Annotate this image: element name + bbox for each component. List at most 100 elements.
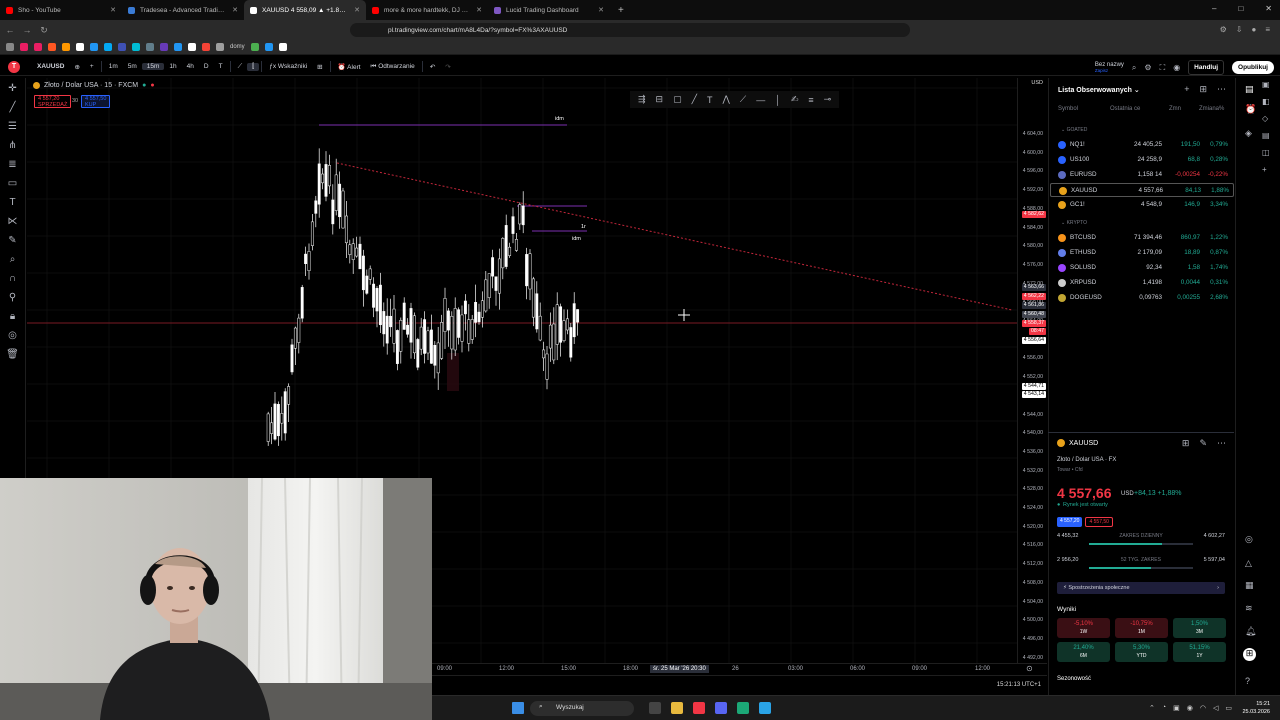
compare-icon[interactable]: ⊕ <box>69 63 84 71</box>
chart-type-line-icon[interactable]: ⟋ <box>233 63 248 71</box>
bookmark-icon[interactable] <box>104 43 112 51</box>
fib-tool-icon[interactable]: ≡ <box>808 95 813 105</box>
side-panel-add-icon[interactable]: + <box>1262 165 1270 174</box>
triangle-icon[interactable]: △ <box>1245 558 1252 569</box>
bookmark-icon[interactable] <box>90 43 98 51</box>
new-tab-button[interactable]: + <box>610 5 632 16</box>
chart-clock[interactable]: 15:21:13 UTC+1 <box>997 682 1041 688</box>
volume-icon[interactable]: ◁ <box>1213 704 1218 712</box>
brush-tool-icon[interactable]: ✍ <box>791 94 799 105</box>
goto-date-icon[interactable]: ⊙ <box>1026 664 1033 673</box>
alert-button[interactable]: ⏰ Alert <box>333 63 366 71</box>
close-tab-icon[interactable]: ✕ <box>110 6 116 14</box>
target-icon[interactable]: ◎ <box>1245 534 1253 545</box>
bookmark-icon[interactable] <box>34 43 42 51</box>
bookmark-icon[interactable] <box>118 43 126 51</box>
crosshair-icon[interactable]: ✛ <box>8 84 16 94</box>
alerts-icon[interactable]: ⏰ <box>1245 104 1256 115</box>
browser-tab[interactable]: more & more hardtekk, DJ BEATCOIN ✕ <box>366 0 488 20</box>
bookmark-icon[interactable] <box>250 43 259 51</box>
browser-tab[interactable]: XAUUSD 4 558,09 ▲ +1.89% Be... ✕ <box>244 0 366 20</box>
buy-button[interactable]: 4 557,50 KUP <box>81 95 111 108</box>
grid-icon[interactable]: ⊟ <box>656 94 664 105</box>
calendar-icon[interactable]: ▦ <box>1245 580 1254 591</box>
performance-cell[interactable]: 1,50% 3M <box>1173 618 1226 638</box>
tray-app-icon[interactable]: ◔ <box>1162 704 1166 712</box>
bookmark-icon[interactable] <box>188 43 196 51</box>
timeframe-15m[interactable]: 15m <box>141 63 165 70</box>
price-axis[interactable]: USD 4 604,00 4 600,00 4 596,00 4 592,00 4 58… <box>1017 78 1047 663</box>
performance-cell[interactable]: -5,10% 1W <box>1057 618 1110 638</box>
battery-icon[interactable]: ▭ <box>1225 704 1232 712</box>
task-view-icon[interactable] <box>649 702 661 714</box>
brave-browser-icon[interactable] <box>693 702 705 714</box>
fib-icon[interactable]: ≣ <box>8 160 16 170</box>
side-panel-icon[interactable]: ◧ <box>1262 97 1270 106</box>
zoom-icon[interactable]: ⌕ <box>10 255 16 265</box>
bookmark-icon[interactable] <box>132 43 140 51</box>
download-icon[interactable]: ⇩ <box>1236 25 1243 34</box>
side-panel-icon[interactable]: ▣ <box>1262 80 1270 89</box>
bookmark-icon[interactable] <box>264 43 273 51</box>
settings-icon[interactable]: ⚙ <box>1144 63 1151 72</box>
watchlist-row[interactable]: XRPUSD 1,4198 0,0044 0,31% <box>1050 276 1234 290</box>
bookmark-icon[interactable] <box>160 43 168 51</box>
profile-icon[interactable]: ● <box>1251 25 1256 34</box>
watchlist-row[interactable]: GC1! 4 548,9 146,9 3,34% <box>1050 198 1234 212</box>
chart-type-candles-icon[interactable]: ⫿ <box>247 62 260 71</box>
text-tool-icon[interactable]: T <box>707 95 713 105</box>
menu-icon[interactable]: ≡ <box>1265 25 1270 34</box>
bookmark-icon[interactable] <box>76 43 84 51</box>
indicators-button[interactable]: ƒx Wskaźniki <box>264 63 312 70</box>
align-icon[interactable]: ⇶ <box>638 94 646 105</box>
details-symbol[interactable]: XAUUSD <box>1057 439 1098 447</box>
watchlist-row[interactable]: BTCUSD 71 394,46 860,97 1,22% <box>1050 231 1234 245</box>
edit-icon[interactable]: ✎ <box>1199 438 1207 449</box>
watchlist-row[interactable]: SOLUSD 92,34 1,58 1,74% <box>1050 261 1234 275</box>
zigzag-icon[interactable]: ⋀ <box>723 94 730 105</box>
watchlist-row[interactable]: XAUUSD 4 557,66 84,13 1,88% <box>1050 183 1234 197</box>
col-change-pct[interactable]: Zmiana% <box>1199 106 1224 112</box>
bookmark-icon[interactable] <box>62 43 70 51</box>
side-panel-icon[interactable]: ◫ <box>1262 148 1270 157</box>
performance-cell[interactable]: 21,40% 6M <box>1057 642 1110 662</box>
performance-cell[interactable]: -10,75% 1M <box>1115 618 1168 638</box>
performance-cell[interactable]: 51,15% 1Y <box>1173 642 1226 662</box>
eye-icon[interactable]: ◎ <box>8 331 17 341</box>
search-icon[interactable]: ⌕ <box>1132 63 1136 73</box>
watchlist-row[interactable]: DOGEUSD 0,09763 0,00255 2,68% <box>1050 291 1234 305</box>
lock-icon[interactable]: 🔒︎ <box>10 312 15 322</box>
back-icon[interactable]: ← <box>3 25 17 35</box>
minimize-button[interactable]: – <box>1212 4 1216 13</box>
tray-app-icon[interactable]: ▣ <box>1173 704 1180 712</box>
apps-icon[interactable] <box>6 43 14 51</box>
taskbar-search[interactable]: ⌕ Wyszukaj <box>530 701 634 716</box>
file-explorer-icon[interactable] <box>671 702 683 714</box>
col-symbol[interactable]: Symbol <box>1058 106 1078 112</box>
timeframe-d[interactable]: D <box>199 63 214 70</box>
side-panel-icon[interactable]: ▤ <box>1262 131 1270 140</box>
hline-icon[interactable]: ― <box>756 95 765 105</box>
col-last[interactable]: Ostatnia ce <box>1110 106 1140 112</box>
telegram-icon[interactable] <box>759 702 771 714</box>
bookmark-icon[interactable] <box>20 43 28 51</box>
redo-icon[interactable]: ↷ <box>440 63 455 71</box>
patterns-icon[interactable]: ⋉ <box>8 217 18 227</box>
layout-icon[interactable]: ⊞ <box>1199 84 1207 95</box>
bookmark-folder-domy[interactable]: domy <box>230 44 245 50</box>
close-tab-icon[interactable]: ✕ <box>354 6 360 14</box>
watchlist-row[interactable]: US100 24 258,9 68,8 0,28% <box>1050 153 1234 167</box>
trash-icon[interactable]: 🗑︎ <box>6 350 19 360</box>
currency-label[interactable]: USD <box>1031 80 1043 86</box>
wifi-icon[interactable]: ◠ <box>1200 704 1206 712</box>
trend-line-icon[interactable]: ╱ <box>9 103 15 113</box>
bookmark-icon[interactable] <box>278 43 287 51</box>
more-options-icon[interactable]: ⋯ <box>1217 84 1226 95</box>
tray-app-icon[interactable]: ◉ <box>1187 704 1193 712</box>
bookmark-icon[interactable] <box>202 43 210 51</box>
ray-icon[interactable]: ⟋ <box>740 94 746 105</box>
timeframe-1m[interactable]: 1m <box>104 63 123 70</box>
more-icon[interactable]: ⊸ <box>824 94 832 105</box>
url-field[interactable]: pl.tradingview.com/chart/mA8L4Da/?symbol… <box>350 23 910 37</box>
timeframe-t[interactable]: T <box>214 63 228 70</box>
